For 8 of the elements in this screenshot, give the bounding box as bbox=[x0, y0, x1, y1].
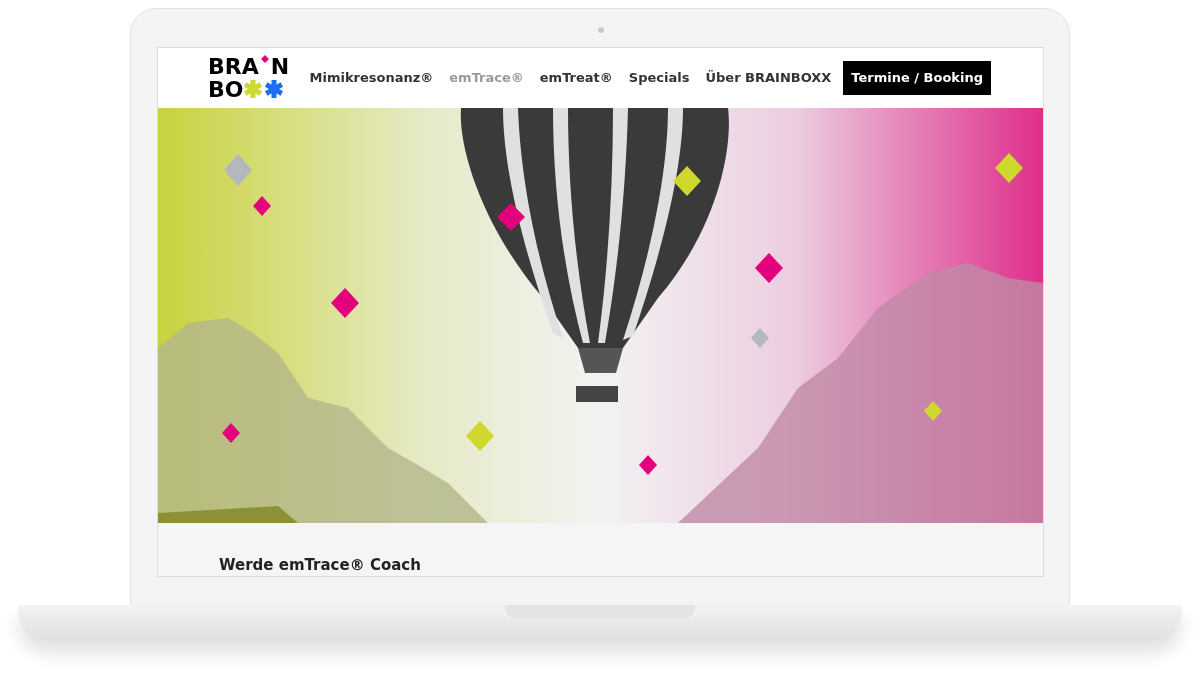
booking-button[interactable]: Termine / Booking bbox=[843, 61, 991, 95]
nav-link[interactable]: Über BRAINBOXX bbox=[697, 68, 840, 88]
nav-link[interactable]: emTreat® bbox=[531, 68, 621, 88]
camera-dot bbox=[598, 27, 604, 33]
brand-logo[interactable]: BRA N BO bbox=[208, 55, 290, 101]
section-heading: Werde emTrace® Coach bbox=[219, 556, 422, 574]
nav-link[interactable]: Mimikresonanz® bbox=[301, 68, 442, 88]
nav-link[interactable]: Specials bbox=[620, 68, 698, 88]
